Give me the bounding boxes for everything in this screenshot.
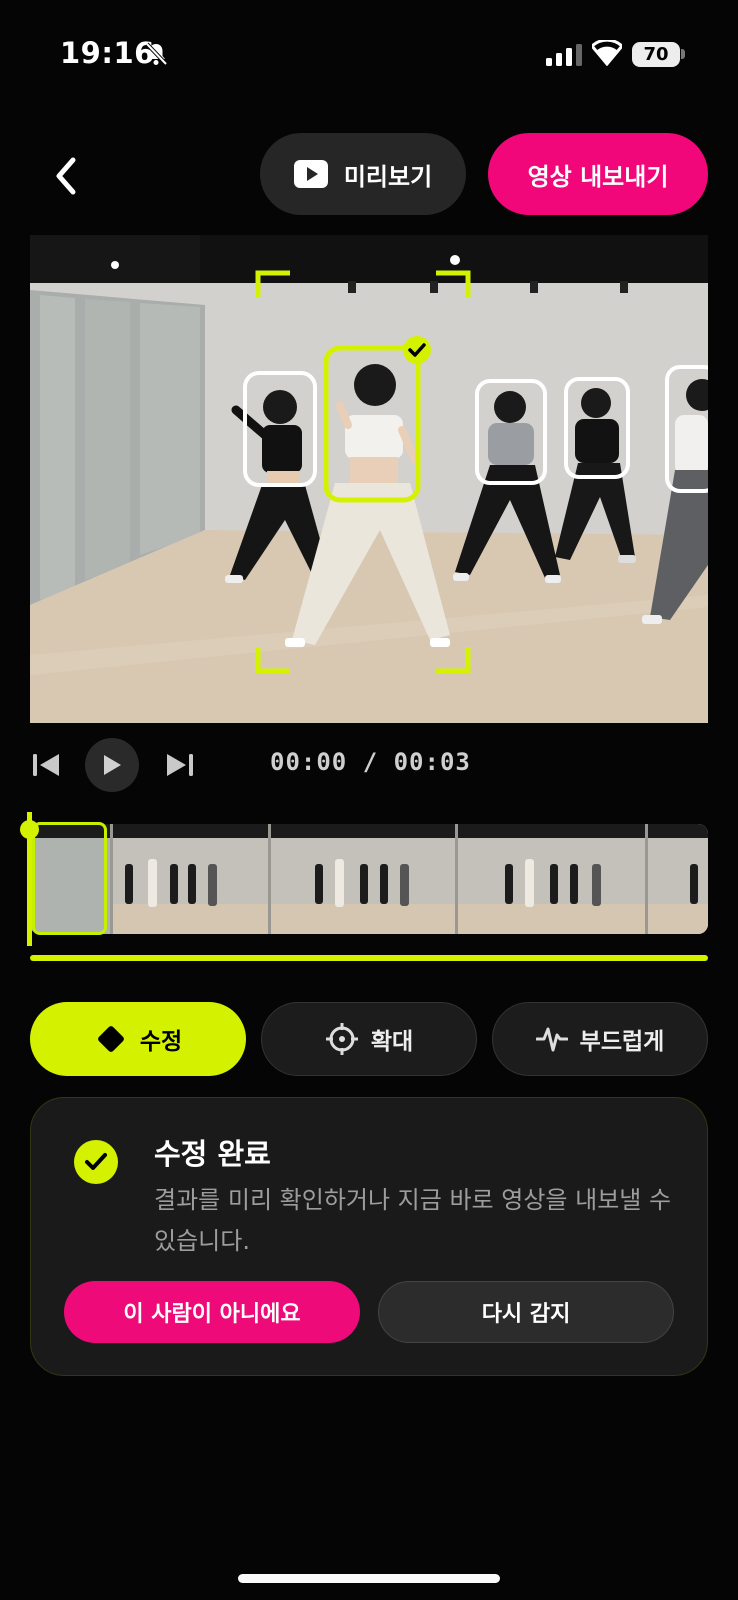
bell-off-icon (145, 42, 168, 66)
diamond-icon (97, 1026, 124, 1052)
preview-label: 미리보기 (343, 162, 433, 191)
back-button[interactable] (44, 150, 88, 202)
video-frame (30, 235, 708, 723)
check-circle-icon (74, 1140, 118, 1184)
status-time: 19:16 (60, 36, 155, 70)
progress-track (30, 955, 708, 961)
chevron-left-icon (56, 157, 76, 195)
play-button[interactable] (85, 738, 139, 792)
tab-edit[interactable]: 수정 (30, 1002, 246, 1076)
checkmark-icon (85, 1153, 107, 1170)
play-square-icon (293, 160, 328, 188)
play-icon (104, 755, 121, 775)
home-indicator[interactable] (238, 1574, 500, 1583)
timeline-filmstrip[interactable] (30, 824, 708, 934)
result-description: 결과를 미리 확인하거나 지금 바로 영상을 내보낼 수 있습니다. (154, 1186, 672, 1255)
wifi-icon (592, 40, 622, 66)
cellular-signal-icon (546, 44, 582, 66)
result-title: 수정 완료 (154, 1137, 271, 1171)
tab-zoom-label: 확대 (370, 1029, 414, 1055)
selected-clip-frame[interactable] (32, 822, 107, 935)
redetect-button[interactable]: 다시 감지 (378, 1281, 674, 1343)
tab-zoom[interactable]: 확대 (261, 1002, 477, 1076)
tab-smooth-label: 부드럽게 (579, 1029, 665, 1055)
playhead-handle[interactable] (20, 820, 39, 839)
tab-smooth[interactable]: 부드럽게 (492, 1002, 708, 1076)
filmstrip-thumbnails (30, 824, 708, 934)
timecode: 00:00 / 00:03 (270, 748, 471, 776)
crosshair-icon (325, 1023, 358, 1055)
battery-indicator: 70 (632, 42, 680, 67)
export-video-button[interactable]: 영상 내보내기 (488, 133, 708, 215)
battery-tip (681, 49, 685, 59)
skip-back-icon[interactable] (32, 752, 62, 778)
skip-forward-icon[interactable] (164, 752, 194, 778)
waveform-icon (535, 1027, 568, 1052)
not-this-person-button[interactable]: 이 사람이 아니에요 (64, 1281, 360, 1343)
video-preview[interactable] (30, 235, 708, 723)
tab-edit-label: 수정 (139, 1029, 183, 1055)
selected-check-icon (403, 336, 431, 364)
preview-button[interactable]: 미리보기 (260, 133, 466, 215)
